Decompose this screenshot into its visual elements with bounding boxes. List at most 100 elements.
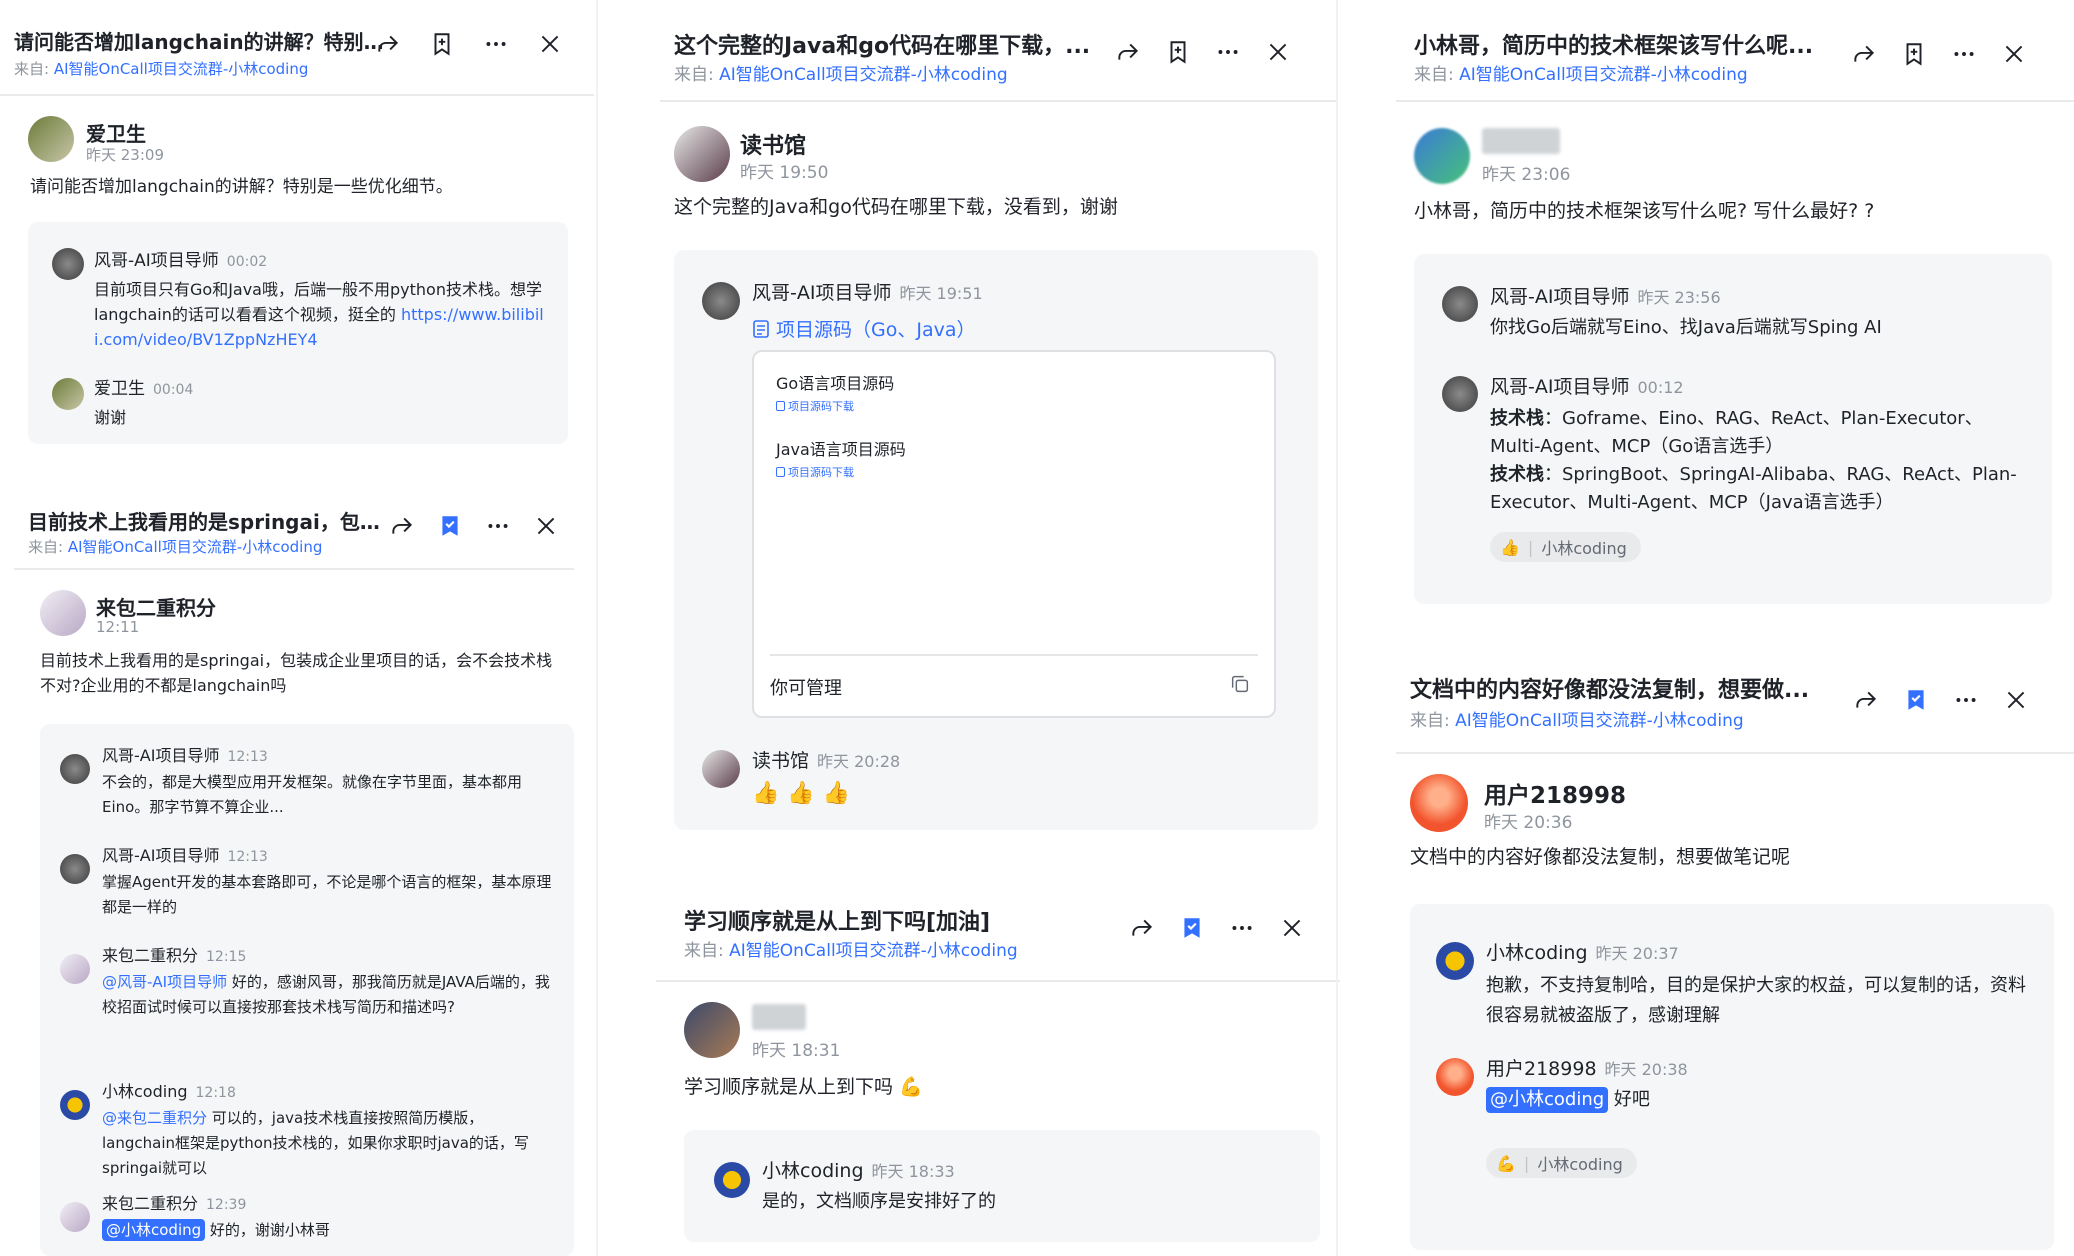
reply-time: 昨天 18:33 [871, 1162, 955, 1181]
mention-link[interactable]: @风哥-AI项目导师 [102, 973, 227, 991]
reaction-user: 小林coding [1537, 1155, 1623, 1174]
close-icon[interactable] [536, 30, 564, 58]
reply-author[interactable]: 风哥-AI项目导师 [94, 251, 219, 271]
reply-author[interactable]: 风哥-AI项目导师 [102, 746, 219, 765]
reply-time: 12:13 [227, 849, 268, 865]
reply-author[interactable]: 小林coding [762, 1160, 864, 1182]
share-icon[interactable] [388, 512, 416, 540]
author-name[interactable]: 读书馆 [740, 128, 806, 160]
card-title: 小林哥，简历中的技术框架该写什么呢... [1414, 34, 1814, 59]
reply-author[interactable]: 来包二重积分 [102, 946, 198, 965]
more-icon[interactable] [484, 512, 512, 540]
avatar[interactable] [1442, 376, 1478, 412]
avatar[interactable] [1436, 1058, 1474, 1096]
reply-author[interactable]: 读书馆 [752, 750, 809, 772]
close-icon[interactable] [1264, 38, 1292, 66]
copy-icon[interactable] [1226, 670, 1254, 698]
avatar[interactable] [702, 750, 740, 788]
source-group-link[interactable]: AI智能OnCall项目交流群-小林coding [68, 538, 323, 556]
post-time: 昨天 20:36 [1484, 813, 1573, 833]
doc-preview-card[interactable]: Go语言项目源码 项目源码下载 Java语言项目源码 项目源码下载 你可管理 [752, 350, 1276, 718]
source-group-link[interactable]: AI智能OnCall项目交流群-小林coding [719, 65, 1008, 85]
avatar[interactable] [52, 378, 84, 410]
close-icon[interactable] [2000, 40, 2028, 68]
doc-item-link[interactable]: 项目源码下载 [776, 398, 854, 414]
reply-author[interactable]: 小林coding [1486, 942, 1588, 964]
close-icon[interactable] [2002, 686, 2030, 714]
bookmark-icon[interactable] [428, 30, 456, 58]
reply-author[interactable]: 风哥-AI项目导师 [752, 282, 891, 304]
doc-link[interactable]: 项目源码（Go、Java） [752, 315, 1292, 342]
source-group-link[interactable]: AI智能OnCall项目交流群-小林coding [54, 60, 309, 78]
share-icon[interactable] [374, 30, 402, 58]
more-icon[interactable] [1952, 686, 1980, 714]
reply-author[interactable]: 用户218998 [1486, 1058, 1597, 1080]
doc-permission-label: 你可管理 [770, 678, 842, 699]
bookmark-icon[interactable] [1164, 38, 1192, 66]
reply-author[interactable]: 小林coding [102, 1082, 188, 1101]
more-icon[interactable] [1214, 38, 1242, 66]
avatar[interactable] [674, 126, 730, 182]
bookmark-active-icon[interactable] [1178, 914, 1206, 942]
thumbs-up-icon[interactable]: 👍 [752, 781, 779, 806]
close-icon[interactable] [532, 512, 560, 540]
reply-author[interactable]: 风哥-AI项目导师 [102, 846, 219, 865]
mention-link[interactable]: @来包二重积分 [102, 1109, 207, 1127]
source-group-link[interactable]: AI智能OnCall项目交流群-小林coding [729, 941, 1018, 961]
reply-time: 昨天 19:51 [899, 284, 983, 303]
reaction-chip[interactable]: 💪 | 小林coding [1486, 1148, 1637, 1178]
reply-author[interactable]: 来包二重积分 [102, 1194, 198, 1213]
reaction-chip[interactable]: 👍 | 小林coding [1490, 532, 1641, 562]
avatar[interactable] [714, 1162, 750, 1198]
doc-item-link[interactable]: 项目源码下载 [776, 464, 854, 480]
avatar[interactable] [1414, 128, 1470, 184]
avatar[interactable] [60, 1090, 90, 1120]
mention-chip[interactable]: @小林coding [1486, 1087, 1609, 1113]
source-group-link[interactable]: AI智能OnCall项目交流群-小林coding [1455, 711, 1744, 731]
reply-author[interactable]: 风哥-AI项目导师 [1490, 286, 1629, 308]
reply-author[interactable]: 风哥-AI项目导师 [1490, 376, 1629, 398]
post-text: 这个完整的Java和go代码在哪里下载，没看到，谢谢 [674, 196, 1118, 218]
avatar[interactable] [1442, 286, 1478, 322]
reaction-user: 小林coding [1541, 539, 1627, 558]
share-icon[interactable] [1128, 914, 1156, 942]
close-icon[interactable] [1278, 914, 1306, 942]
more-icon[interactable] [482, 30, 510, 58]
avatar[interactable] [1410, 774, 1468, 832]
author-name[interactable]: 爱卫生 [86, 118, 146, 147]
reply-time: 00:02 [226, 254, 268, 270]
reply-text: 技术栈：Goframe、Eino、RAG、ReAct、Plan-Executor… [1490, 408, 2017, 513]
reply-time: 昨天 20:37 [1595, 944, 1679, 963]
avatar[interactable] [28, 116, 74, 162]
more-icon[interactable] [1228, 914, 1256, 942]
avatar[interactable] [702, 282, 740, 320]
bookmark-icon[interactable] [1900, 40, 1928, 68]
avatar[interactable] [52, 248, 84, 280]
avatar[interactable] [40, 590, 86, 636]
author-name-redacted [752, 1004, 806, 1034]
bookmark-active-icon[interactable] [1902, 686, 1930, 714]
avatar[interactable] [60, 754, 90, 784]
avatar[interactable] [684, 1002, 740, 1058]
reply-thread: 风哥-AI项目导师 昨天 23:56 你找Go后端就写Eino、找Java后端就写… [1414, 254, 2052, 604]
post-time: 昨天 23:09 [86, 146, 164, 164]
avatar[interactable] [1436, 942, 1474, 980]
card-title: 目前技术上我看用的是springai，包装... [28, 510, 388, 534]
more-icon[interactable] [1950, 40, 1978, 68]
avatar[interactable] [60, 1202, 90, 1232]
share-icon[interactable] [1114, 38, 1142, 66]
thumbs-up-icon[interactable]: 👍 [823, 781, 850, 806]
thumbs-up-icon[interactable]: 👍 [787, 781, 814, 806]
card-header: 学习顺序就是从上到下吗[加油] 来自: AI智能OnCall项目交流群-小林co… [656, 880, 1340, 982]
avatar[interactable] [60, 954, 90, 984]
avatar[interactable] [60, 854, 90, 884]
author-name[interactable]: 用户218998 [1484, 776, 1626, 810]
reply-author[interactable]: 爱卫生 [94, 379, 145, 399]
share-icon[interactable] [1852, 686, 1880, 714]
author-name[interactable]: 来包二重积分 [96, 592, 216, 621]
mention-chip[interactable]: @小林coding [102, 1219, 206, 1241]
source-group-link[interactable]: AI智能OnCall项目交流群-小林coding [1459, 65, 1748, 85]
post-time: 12:11 [96, 618, 140, 636]
share-icon[interactable] [1850, 40, 1878, 68]
bookmark-active-icon[interactable] [436, 512, 464, 540]
